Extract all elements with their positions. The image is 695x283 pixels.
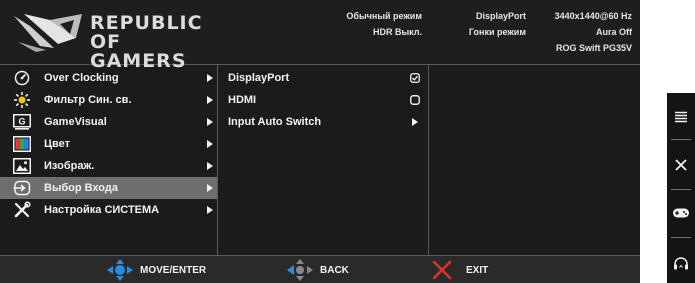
options-panel — [428, 65, 640, 255]
back-label: BACK — [320, 264, 349, 276]
move-enter-label: MOVE/ENTER — [140, 264, 207, 276]
gamepad-icon[interactable] — [667, 193, 695, 233]
close-icon[interactable] — [667, 145, 695, 185]
menu-item-image[interactable]: Изображ. — [0, 155, 217, 177]
gamevisual-icon: G — [0, 111, 44, 133]
menu-icon[interactable] — [667, 97, 695, 137]
back-joystick-icon — [287, 259, 313, 281]
submenu-item-label: Input Auto Switch — [228, 116, 322, 128]
quick-key-divider — [671, 237, 691, 238]
menu-item-over-clocking[interactable]: Over Clocking — [0, 67, 217, 89]
chevron-right-icon — [203, 133, 217, 155]
footer-back: BACK — [286, 256, 349, 283]
submenu-item-label: HDMI — [228, 94, 257, 106]
empty-box-icon — [402, 89, 428, 111]
rog-eye-icon — [14, 14, 82, 52]
quick-key-divider — [671, 139, 691, 140]
five-way-joystick-icon — [107, 259, 133, 281]
menu-item-label: Выбор Входа — [44, 182, 118, 194]
overclock-gauge-icon — [0, 67, 44, 89]
footer-exit: EXIT — [432, 256, 488, 283]
exit-x-icon — [432, 260, 452, 280]
blue-light-filter-icon — [0, 89, 44, 111]
logo-wordmark: REPUBLIC OF GAMERS — [90, 14, 240, 71]
osd-menu: REPUBLIC OF GAMERS Обычный режим HDR Вык… — [0, 0, 640, 283]
menu-item-blue-light-filter[interactable]: Фильтр Син. св. — [0, 89, 217, 111]
chevron-right-icon — [402, 111, 428, 133]
gamevisual-mode-text: Гонки режим — [468, 27, 526, 37]
logo-line-1: REPUBLIC OF — [90, 12, 203, 53]
submenu-item-displayport[interactable]: DisplayPort — [218, 67, 428, 89]
headphone-icon[interactable] — [667, 243, 695, 283]
submenu-item-input-auto-switch[interactable]: Input Auto Switch — [218, 111, 428, 133]
model-name-text: ROG Swift PG35V — [555, 43, 632, 53]
chevron-right-icon — [203, 67, 217, 89]
color-icon — [0, 133, 44, 155]
menu-item-label: Цвет — [44, 138, 71, 150]
chevron-right-icon — [203, 89, 217, 111]
header-input-status: DisplayPort Гонки режим — [469, 8, 526, 40]
exit-label: EXIT — [466, 264, 489, 276]
quick-key-panel — [667, 93, 695, 283]
hdr-status-text: HDR Выкл. — [372, 27, 422, 37]
menu-item-input-select[interactable]: Выбор Входа — [0, 177, 217, 199]
preset-mode-text: Обычный режим — [346, 11, 422, 21]
current-input-text: DisplayPort — [475, 11, 526, 21]
menu-item-gamevisual[interactable]: G GameVisual — [0, 111, 217, 133]
system-setup-icon — [0, 199, 44, 221]
header-mode-status: Обычный режим HDR Выкл. — [346, 8, 422, 40]
submenu-item-label: DisplayPort — [228, 72, 290, 84]
image-icon — [0, 155, 44, 177]
submenu-item-hdmi[interactable]: HDMI — [218, 89, 428, 111]
rog-logo: REPUBLIC OF GAMERS — [10, 8, 240, 71]
aura-status-text: Aura Off — [596, 27, 632, 37]
osd-body: Over Clocking Фильтр Син. св. G GameVisu… — [0, 65, 640, 255]
resolution-text: 3440x1440@60 Hz — [554, 11, 632, 21]
menu-item-label: Over Clocking — [44, 72, 119, 84]
menu-item-label: Фильтр Син. св. — [44, 94, 132, 106]
menu-item-system-setup[interactable]: Настройка СИСТЕМА — [0, 199, 217, 221]
main-menu: Over Clocking Фильтр Син. св. G GameVisu… — [0, 65, 217, 255]
svg-text:G: G — [18, 117, 25, 127]
input-select-submenu: DisplayPort HDMI Input Auto Switch — [217, 65, 428, 255]
footer-move-enter: MOVE/ENTER — [106, 256, 206, 283]
menu-item-label: Настройка СИСТЕМА — [44, 204, 160, 216]
chevron-right-icon — [203, 111, 217, 133]
checked-box-icon — [402, 67, 428, 89]
header-display-status: 3440x1440@60 Hz Aura Off ROG Swift PG35V — [555, 8, 632, 56]
chevron-right-icon — [203, 155, 217, 177]
chevron-right-icon — [203, 177, 217, 199]
menu-item-color[interactable]: Цвет — [0, 133, 217, 155]
osd-footer: MOVE/ENTER BACK EXIT — [0, 255, 640, 283]
chevron-right-icon — [203, 199, 217, 221]
input-select-icon — [0, 177, 44, 199]
menu-item-label: GameVisual — [44, 116, 107, 128]
quick-key-divider — [671, 189, 691, 190]
menu-item-label: Изображ. — [44, 160, 95, 172]
osd-header: REPUBLIC OF GAMERS Обычный режим HDR Вык… — [0, 0, 640, 71]
